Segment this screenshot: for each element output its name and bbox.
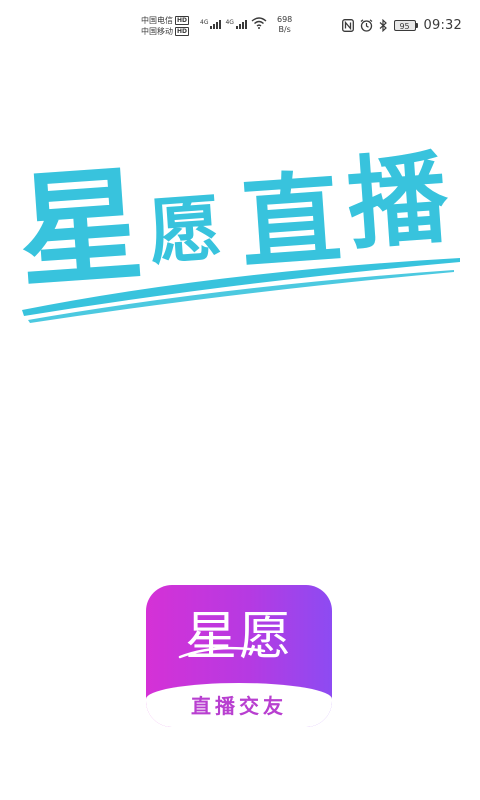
carrier-1-label: 中国电信 [141, 16, 173, 25]
wifi-icon [251, 17, 267, 29]
clock: 09:32 [423, 17, 462, 33]
carrier-info: 中国电信 HD 中国移动 HD [141, 15, 190, 37]
network-type-2: 4G [225, 19, 234, 26]
network-type-1: 4G [200, 19, 209, 26]
bluetooth-icon [379, 18, 387, 32]
battery-level: 95 [393, 19, 416, 31]
app-logo: 星愿 直播交友 [146, 585, 332, 727]
network-speed-unit: B/s [278, 25, 291, 34]
title-char-4: 播 [343, 138, 452, 264]
logo-swoosh [178, 646, 266, 659]
network-speed-value: 698 [277, 15, 293, 24]
network-speed: 698 B/s [277, 15, 292, 35]
logo-tagline: 直播交友 [191, 694, 287, 718]
title-underline-swoosh [22, 258, 460, 323]
status-right-group: 95 09:32 [341, 17, 462, 33]
signal-icon: 4G [225, 19, 247, 29]
nfc-icon [341, 18, 354, 32]
status-bar: 中国电信 HD 中国移动 HD 4G 4G 698 B/s 95 09:32 [0, 0, 480, 48]
splash-title: 星 愿 直 播 [14, 138, 466, 330]
hd-badge-1: HD [175, 16, 190, 25]
hd-badge-2: HD [175, 27, 190, 36]
carrier-2-label: 中国移动 [141, 27, 173, 36]
signal-indicators: 4G 4G [200, 17, 267, 29]
alarm-icon [360, 18, 372, 32]
signal-icon: 4G [200, 19, 222, 29]
battery-icon: 95 [393, 19, 418, 31]
